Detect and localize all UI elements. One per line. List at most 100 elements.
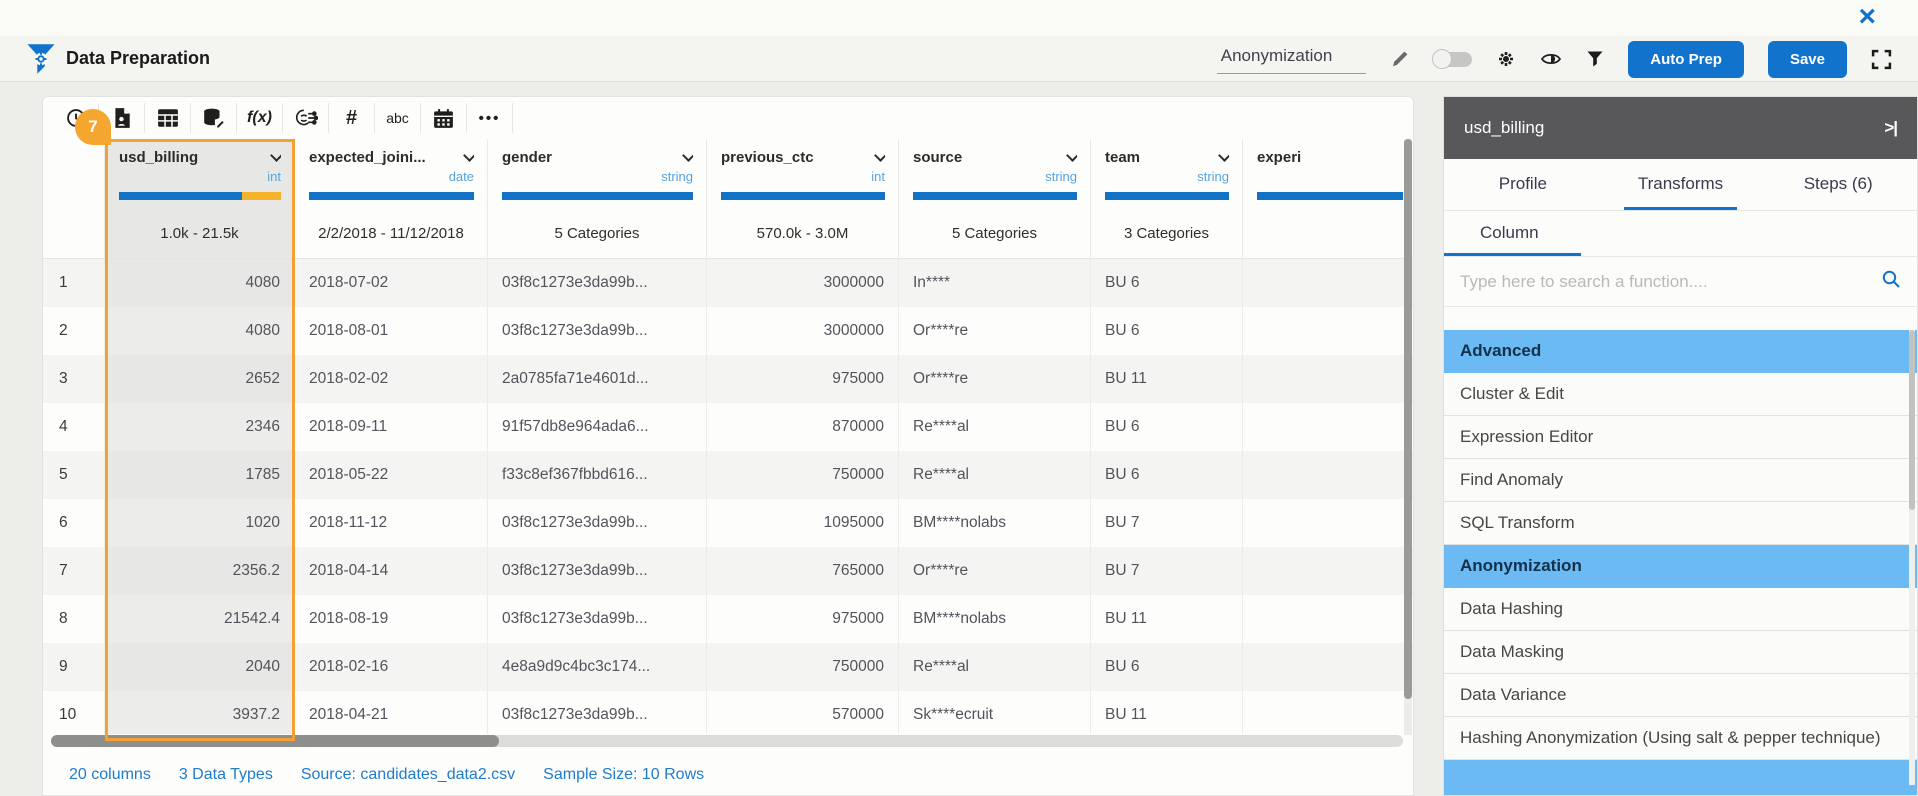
table-cell[interactable]: 2018-04-21 xyxy=(295,691,488,734)
subtab-column[interactable]: Column xyxy=(1444,211,1917,257)
table-cell[interactable]: 975000 xyxy=(707,355,899,403)
table-cell[interactable]: 2018-09-11 xyxy=(295,403,488,451)
function-item-anonymization[interactable]: Anonymization xyxy=(1444,545,1917,588)
table-cell[interactable]: 570000 xyxy=(707,691,899,734)
column-header-usd_billing[interactable]: usd_billing int xyxy=(105,139,295,215)
table-cell[interactable]: 1095000 xyxy=(707,499,899,547)
table-cell[interactable] xyxy=(1243,691,1413,734)
table-cell[interactable]: BU 7 xyxy=(1091,499,1243,547)
table-cell[interactable]: Re****al xyxy=(899,451,1091,499)
table-cell[interactable]: 2346 xyxy=(105,403,295,451)
table-cell[interactable]: BU 6 xyxy=(1091,643,1243,691)
toggle-switch[interactable] xyxy=(1432,48,1473,69)
function-item-sql-transform[interactable]: SQL Transform xyxy=(1444,502,1917,545)
column-header-experi[interactable]: experi xyxy=(1243,139,1413,215)
table-cell[interactable]: 2018-07-02 xyxy=(295,259,488,307)
table-cell[interactable]: 3000000 xyxy=(707,307,899,355)
table-cell[interactable]: 2652 xyxy=(105,355,295,403)
number-icon[interactable]: # xyxy=(329,103,374,133)
table-cell[interactable]: BM****nolabs xyxy=(899,595,1091,643)
table-cell[interactable]: 1020 xyxy=(105,499,295,547)
chevron-down-icon[interactable] xyxy=(874,149,885,162)
table-cell[interactable]: 4e8a9d9c4bc3c174... xyxy=(488,643,707,691)
function-icon[interactable]: f(x) xyxy=(237,103,282,133)
chevron-down-icon[interactable] xyxy=(682,149,693,162)
table-cell[interactable]: 2018-08-19 xyxy=(295,595,488,643)
table-cell[interactable] xyxy=(1243,451,1413,499)
table-cell[interactable]: 1785 xyxy=(105,451,295,499)
text-icon[interactable]: abc xyxy=(375,103,420,133)
status-source-file[interactable]: Source: candidates_data2.csv xyxy=(301,766,515,784)
table-cell[interactable]: 03f8c1273e3da99b... xyxy=(488,259,707,307)
save-button[interactable]: Save xyxy=(1767,40,1847,78)
table-cell[interactable] xyxy=(1243,307,1413,355)
vertical-scrollbar[interactable] xyxy=(1404,139,1412,735)
status-data-types[interactable]: 3 Data Types xyxy=(179,766,273,784)
table-cell[interactable]: Sk****ecruit xyxy=(899,691,1091,734)
table-cell[interactable]: 2018-02-02 xyxy=(295,355,488,403)
tab-profile[interactable]: Profile xyxy=(1444,159,1602,210)
table-cell[interactable]: 4080 xyxy=(105,307,295,355)
table-cell[interactable]: Or****re xyxy=(899,307,1091,355)
panel-scrollbar[interactable] xyxy=(1909,330,1915,785)
calendar-icon[interactable] xyxy=(421,103,466,133)
table-cell[interactable]: 4080 xyxy=(105,259,295,307)
search-icon[interactable] xyxy=(1881,269,1901,294)
table-cell[interactable]: 03f8c1273e3da99b... xyxy=(488,547,707,595)
edit-pencil-icon[interactable] xyxy=(1390,49,1410,69)
table-cell[interactable]: BU 6 xyxy=(1091,451,1243,499)
column-header-team[interactable]: team string xyxy=(1091,139,1243,215)
chevron-down-icon[interactable] xyxy=(463,149,474,162)
table-icon[interactable] xyxy=(145,103,190,133)
table-cell[interactable]: Re****al xyxy=(899,643,1091,691)
chevron-down-icon[interactable] xyxy=(1066,149,1077,162)
auto-prep-button[interactable]: Auto Prep xyxy=(1628,40,1744,78)
vertical-scrollbar-thumb[interactable] xyxy=(1404,139,1412,699)
table-cell[interactable]: 2018-02-16 xyxy=(295,643,488,691)
table-cell[interactable]: 2018-05-22 xyxy=(295,451,488,499)
table-cell[interactable]: Or****re xyxy=(899,547,1091,595)
database-edit-icon[interactable] xyxy=(191,103,236,133)
function-item-expression-editor[interactable]: Expression Editor xyxy=(1444,416,1917,459)
table-cell[interactable] xyxy=(1243,499,1413,547)
table-cell[interactable]: 2356.2 xyxy=(105,547,295,595)
ai-transform-icon[interactable] xyxy=(283,103,328,133)
prep-name-input[interactable]: Anonymization xyxy=(1216,44,1367,74)
table-cell[interactable]: BU 7 xyxy=(1091,547,1243,595)
table-cell[interactable]: BU 6 xyxy=(1091,307,1243,355)
table-cell[interactable]: 3000000 xyxy=(707,259,899,307)
table-cell[interactable] xyxy=(1243,643,1413,691)
table-cell[interactable]: BU 11 xyxy=(1091,691,1243,734)
table-cell[interactable]: 2040 xyxy=(105,643,295,691)
table-cell[interactable] xyxy=(1243,595,1413,643)
function-item-hashing-anonymization-using-salt-pepper-technique[interactable]: Hashing Anonymization (Using salt & pepp… xyxy=(1444,717,1917,760)
table-cell[interactable]: 3937.2 xyxy=(105,691,295,734)
function-item-find-anomaly[interactable]: Find Anomaly xyxy=(1444,459,1917,502)
preview-eye-icon[interactable] xyxy=(1540,50,1562,68)
table-cell[interactable] xyxy=(1243,547,1413,595)
function-item-advanced[interactable]: Advanced xyxy=(1444,330,1917,373)
table-cell[interactable]: 975000 xyxy=(707,595,899,643)
table-cell[interactable]: 2018-04-14 xyxy=(295,547,488,595)
table-cell[interactable]: BU 6 xyxy=(1091,403,1243,451)
table-cell[interactable]: BU 11 xyxy=(1091,355,1243,403)
table-cell[interactable]: Re****al xyxy=(899,403,1091,451)
status-columns-count[interactable]: 20 columns xyxy=(69,766,151,784)
table-cell[interactable]: Or****re xyxy=(899,355,1091,403)
column-header-source[interactable]: source string xyxy=(899,139,1091,215)
panel-scrollbar-thumb[interactable] xyxy=(1909,330,1915,510)
close-icon[interactable]: × xyxy=(1858,0,1876,34)
table-cell[interactable] xyxy=(1243,355,1413,403)
chevron-down-icon[interactable] xyxy=(1218,149,1229,162)
table-cell[interactable]: In**** xyxy=(899,259,1091,307)
status-sample-size[interactable]: Sample Size: 10 Rows xyxy=(543,766,704,784)
horizontal-scrollbar-thumb[interactable] xyxy=(51,735,499,747)
table-cell[interactable]: 91f57db8e964ada6... xyxy=(488,403,707,451)
gear-icon[interactable] xyxy=(1496,49,1516,69)
more-icon[interactable]: ••• xyxy=(467,103,512,133)
table-cell[interactable]: f33c8ef367fbbd616... xyxy=(488,451,707,499)
table-cell[interactable]: BM****nolabs xyxy=(899,499,1091,547)
collapse-panel-icon[interactable]: >| xyxy=(1884,118,1898,138)
function-item-data-masking[interactable]: Data Masking xyxy=(1444,631,1917,674)
function-item-cluster-edit[interactable]: Cluster & Edit xyxy=(1444,373,1917,416)
